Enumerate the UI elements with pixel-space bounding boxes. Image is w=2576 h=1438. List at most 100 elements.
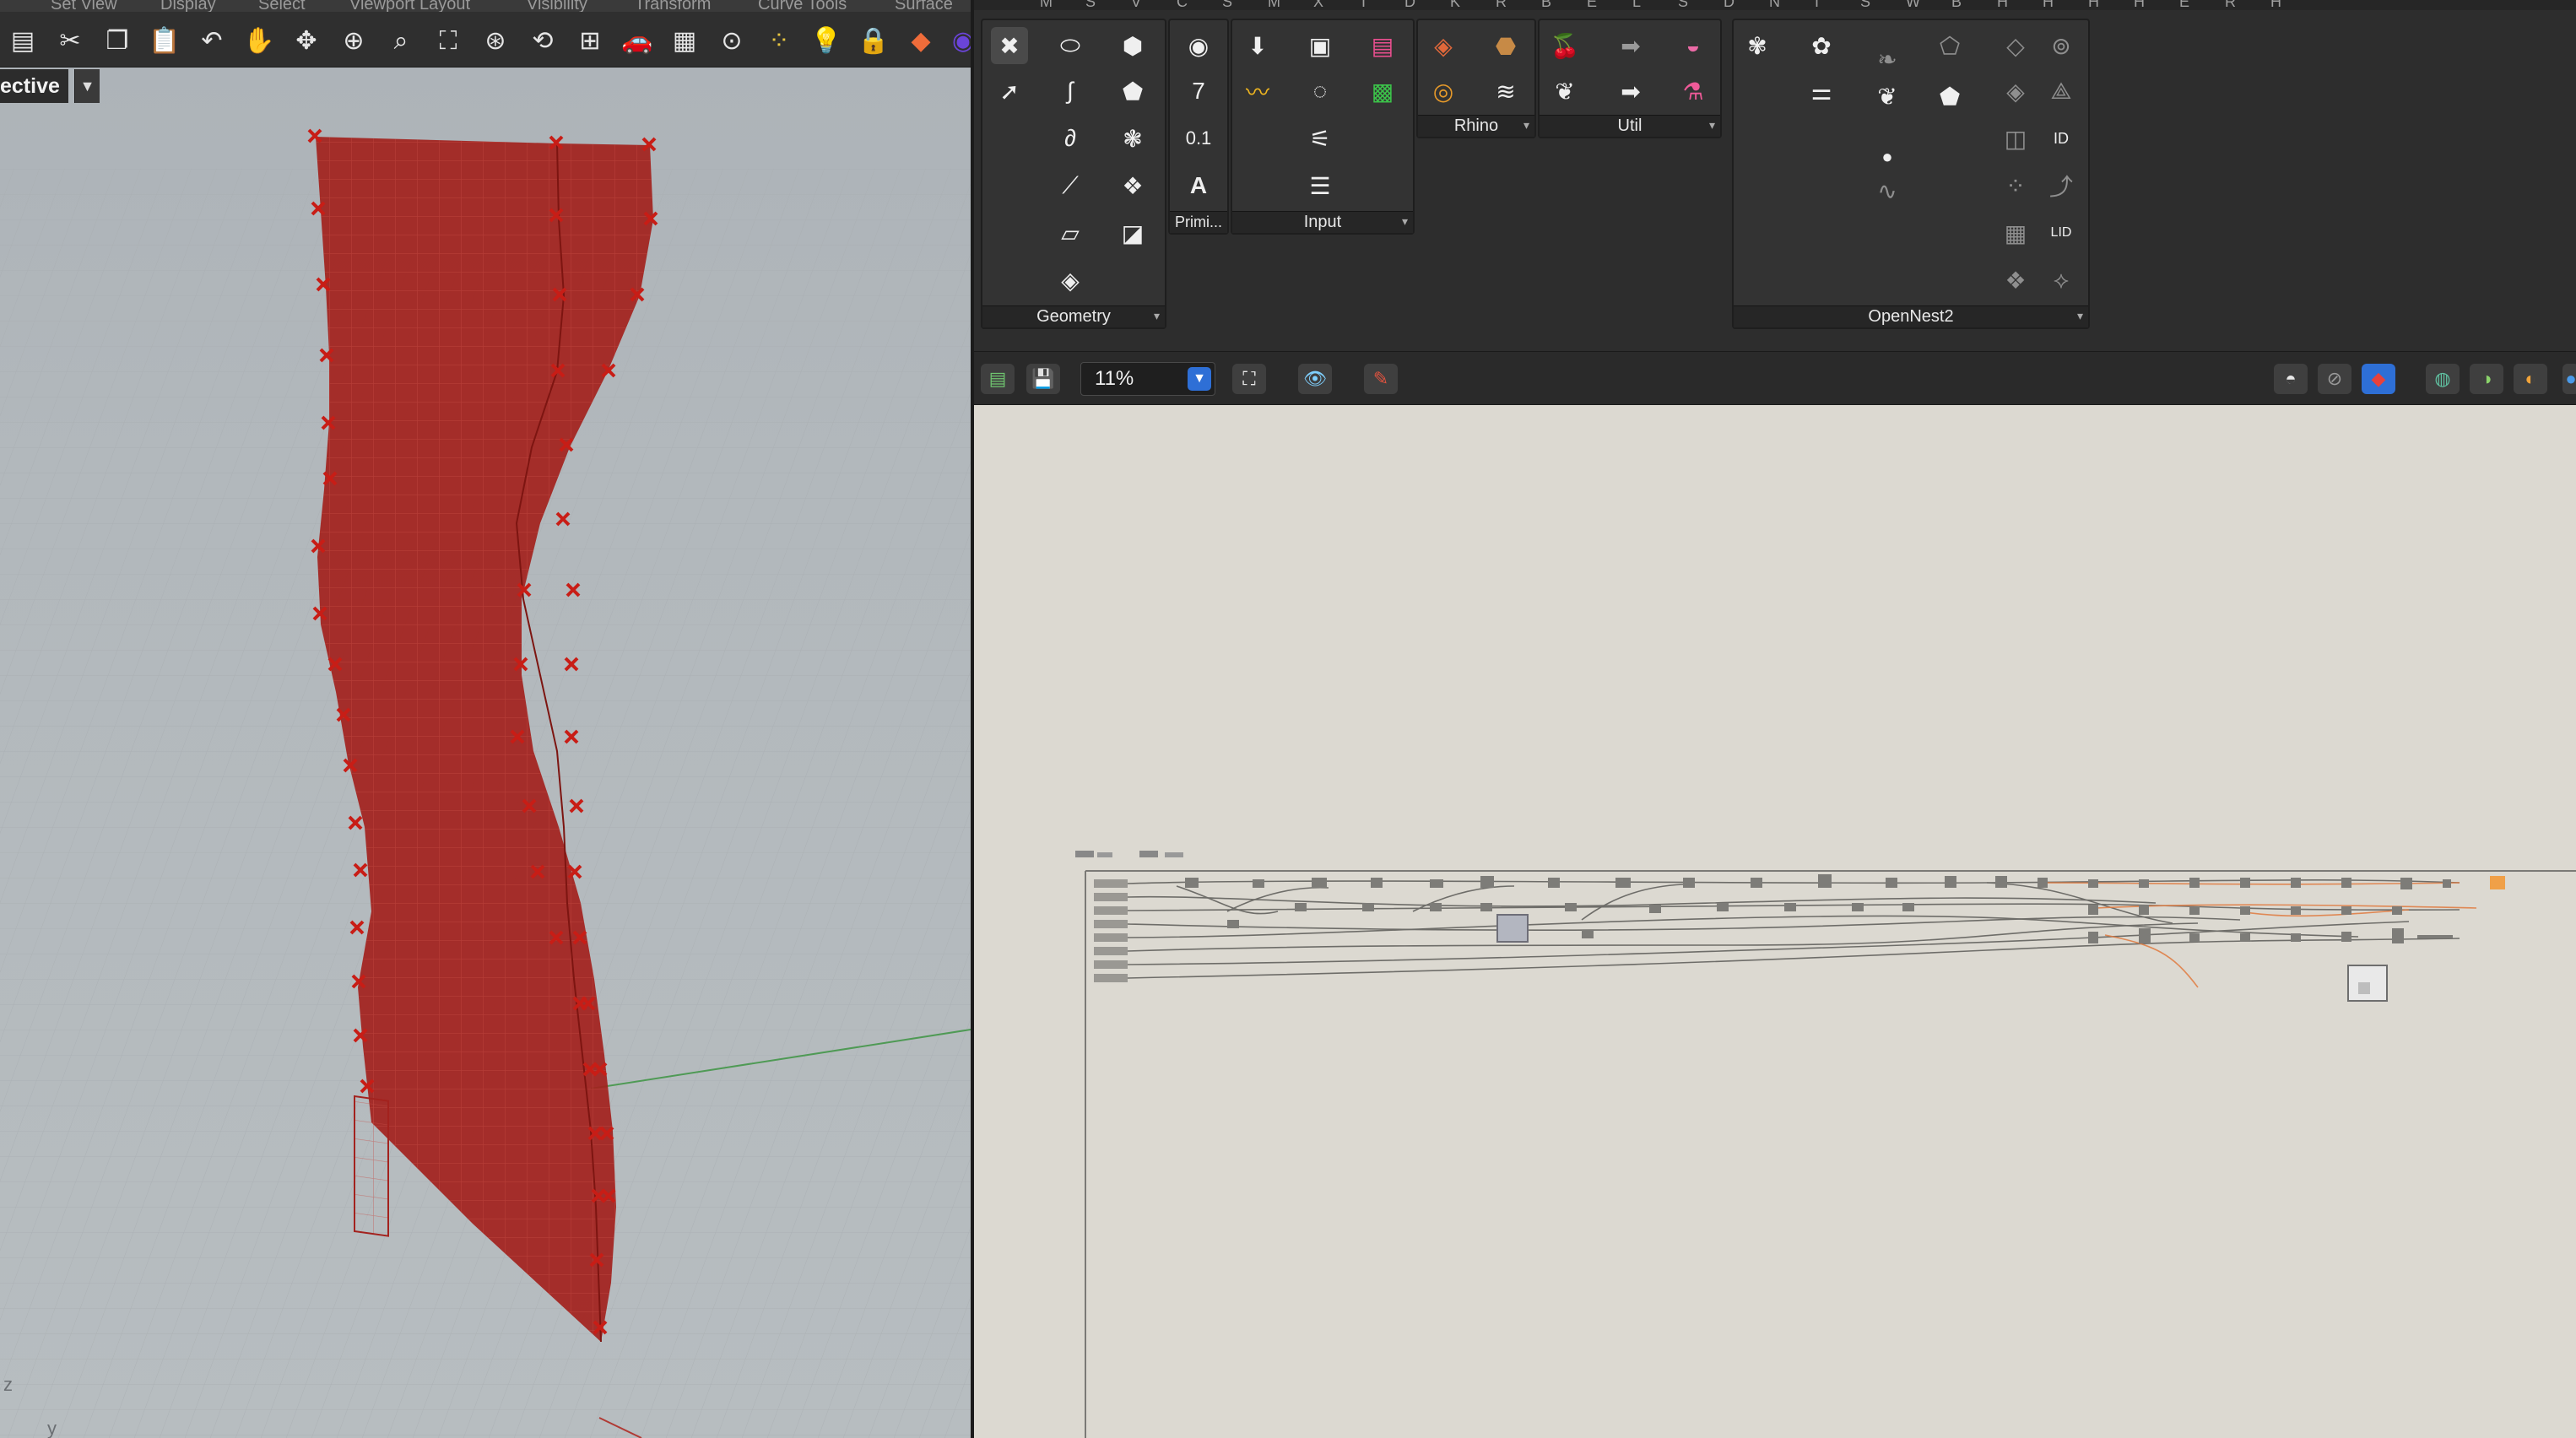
preview-wireframe-icon[interactable]: ◓ — [2274, 364, 2308, 394]
geometry-param-icon[interactable]: ✖ — [991, 27, 1028, 64]
vector-param-icon[interactable]: ➚ — [991, 73, 1028, 110]
display-mode-a-icon[interactable]: ◍ — [2426, 364, 2460, 394]
flask-icon[interactable]: ⚗ — [1675, 73, 1712, 110]
rhino-grid-icon[interactable]: ⬣ — [1487, 27, 1524, 64]
field-param-icon[interactable]: ❃ — [1114, 120, 1151, 157]
line-param-icon[interactable]: ⟋ — [1052, 167, 1089, 204]
display-mode-d-icon[interactable]: ● — [2562, 364, 2576, 394]
tab-letter[interactable]: L — [1632, 0, 1641, 10]
button-icon[interactable]: ▣ — [1302, 27, 1339, 64]
lock-icon[interactable]: 🔒 — [856, 24, 891, 59]
points-icon[interactable]: ⁘ — [761, 24, 797, 59]
box-param-icon[interactable]: ⬢ — [1114, 27, 1151, 64]
tab-letter[interactable]: S — [1860, 0, 1870, 10]
preview-eye-icon[interactable]: 👁 — [1298, 364, 1332, 394]
value-list-icon[interactable]: ⚟ — [1302, 120, 1339, 157]
tab-letter[interactable]: S — [1222, 0, 1232, 10]
pin-icon[interactable]: ⟁ — [2043, 73, 2080, 110]
tab-letter[interactable]: C — [1177, 0, 1188, 10]
tab-letter[interactable]: W — [1906, 0, 1920, 10]
tab-letter[interactable]: X — [1313, 0, 1323, 10]
leaf-cluster-alt-icon[interactable]: ✿ — [1803, 27, 1840, 64]
number-param-icon[interactable]: 0.1 — [1180, 120, 1217, 157]
viewport-tab[interactable]: ective — [0, 69, 68, 103]
tab-letter[interactable]: D — [1404, 0, 1415, 10]
tab-letter[interactable]: D — [1724, 0, 1734, 10]
save-icon[interactable]: 💾 — [1026, 364, 1060, 394]
preview-shaded-icon[interactable]: ◆ — [2362, 364, 2395, 394]
colour-wheel-icon[interactable]: ◌ — [1302, 73, 1339, 110]
zoom-extents-icon[interactable]: ⛶ — [1232, 364, 1266, 394]
id-tag-icon[interactable]: ID — [2043, 120, 2080, 157]
zoom-extents-icon[interactable]: ⛶ — [430, 24, 466, 59]
cplane-icon[interactable]: ⊙ — [714, 24, 750, 59]
tree-icon[interactable]: ❦ — [1546, 73, 1583, 110]
four-viewports-icon[interactable]: ⊞ — [572, 24, 608, 59]
pill-icon[interactable]: ◒ — [1675, 27, 1712, 64]
tab-letter[interactable]: S — [1085, 0, 1096, 10]
panel-expand-icon[interactable]: ▾ — [1523, 118, 1529, 132]
chevron-down-icon[interactable]: ▼ — [1188, 367, 1211, 391]
lid-tag-icon[interactable]: LID — [2043, 214, 2080, 251]
panel-footer[interactable]: Input ▾ — [1232, 211, 1413, 233]
menu-display[interactable]: Display — [160, 0, 216, 12]
circle-param-icon[interactable]: ⬭ — [1052, 27, 1089, 64]
tab-letter[interactable]: R — [2225, 0, 2236, 10]
swatch-icon[interactable]: ▩ — [1364, 73, 1401, 110]
curve-param-icon[interactable]: ∫ — [1052, 73, 1089, 110]
grid-plane-icon[interactable]: ▦ — [667, 24, 702, 59]
tab-letter[interactable]: M — [1040, 0, 1053, 10]
undo-icon[interactable]: ↶ — [194, 24, 230, 59]
tab-letter[interactable]: R — [1496, 0, 1507, 10]
integer-param-icon[interactable]: 7 — [1180, 73, 1217, 110]
menu-viewport-layout[interactable]: Viewport Layout — [349, 0, 470, 12]
viewport-menu-chevron-down-icon[interactable]: ▼ — [74, 69, 100, 103]
new-file-icon[interactable]: ▤ — [5, 24, 41, 59]
rhino-object-icon[interactable]: ◎ — [1425, 73, 1462, 110]
paste-icon[interactable]: 📋 — [147, 24, 182, 59]
rhino-layer-icon[interactable]: ◈ — [1425, 27, 1462, 64]
tab-letter[interactable]: H — [2270, 0, 2281, 10]
arrow-fork-icon[interactable]: ⤴ — [2043, 167, 2080, 204]
hands-icon[interactable]: ❖ — [1997, 262, 2034, 299]
leaf-icon[interactable]: ❦ — [1869, 78, 1906, 115]
panel-footer[interactable]: Rhino ▾ — [1418, 115, 1534, 137]
tab-letter[interactable]: T — [1359, 0, 1368, 10]
zoom-select[interactable]: 11% ▼ — [1080, 362, 1215, 396]
menu-set-view[interactable]: Set View — [51, 0, 117, 12]
pan-hand-icon[interactable]: ✋ — [241, 24, 277, 59]
menu-select[interactable]: Select — [258, 0, 306, 12]
menu-visibility[interactable]: Visibility — [527, 0, 587, 12]
tab-letter[interactable]: K — [1450, 0, 1460, 10]
perspective-viewport[interactable]: ective ▼ z y — [0, 68, 971, 1438]
display-mode-c-icon[interactable]: ◐ — [2514, 364, 2547, 394]
rotate-view-icon[interactable]: ✥ — [289, 24, 324, 59]
target-icon[interactable]: ⊚ — [2043, 27, 2080, 64]
import-icon[interactable]: ⬇ — [1239, 27, 1276, 64]
color-wheel-icon[interactable]: ◉ — [945, 24, 971, 59]
rhino-layers-icon[interactable]: ≋ — [1487, 73, 1524, 110]
surface-param-icon[interactable]: ◪ — [1114, 214, 1151, 251]
brep-param-icon[interactable]: ⬟ — [1114, 73, 1151, 110]
tab-letter[interactable]: B — [1541, 0, 1551, 10]
tab-letter[interactable]: H — [2088, 0, 2099, 10]
cherry-icon[interactable]: 🍒 — [1546, 27, 1583, 64]
leaf-outline-icon[interactable]: ❧ — [1869, 41, 1906, 78]
stack-icon[interactable]: ◫ — [1997, 120, 2034, 157]
car-icon[interactable]: 🚗 — [620, 24, 655, 59]
gradient-icon[interactable]: ▤ — [1364, 27, 1401, 64]
zoom-window-icon[interactable]: ⌕ — [383, 24, 419, 59]
light-icon[interactable]: 💡 — [809, 24, 844, 59]
small-leaf-icon[interactable]: ● — [1869, 138, 1906, 176]
shaded-icon[interactable]: ◆ — [903, 24, 939, 59]
display-mode-b-icon[interactable]: ◑ — [2470, 364, 2503, 394]
tab-letter[interactable]: E — [2179, 0, 2189, 10]
preview-off-icon[interactable]: ⊘ — [2318, 364, 2351, 394]
tab-letter[interactable]: H — [2043, 0, 2054, 10]
rotate-icon[interactable]: ⟲ — [525, 24, 560, 59]
tab-letter[interactable]: N — [1769, 0, 1780, 10]
tab-letter[interactable]: H — [2134, 0, 2145, 10]
mesh-param-icon[interactable]: ∂ — [1052, 120, 1089, 157]
new-document-icon[interactable]: ▤ — [981, 364, 1015, 394]
panel-footer[interactable]: Geometry ▾ — [982, 305, 1165, 327]
